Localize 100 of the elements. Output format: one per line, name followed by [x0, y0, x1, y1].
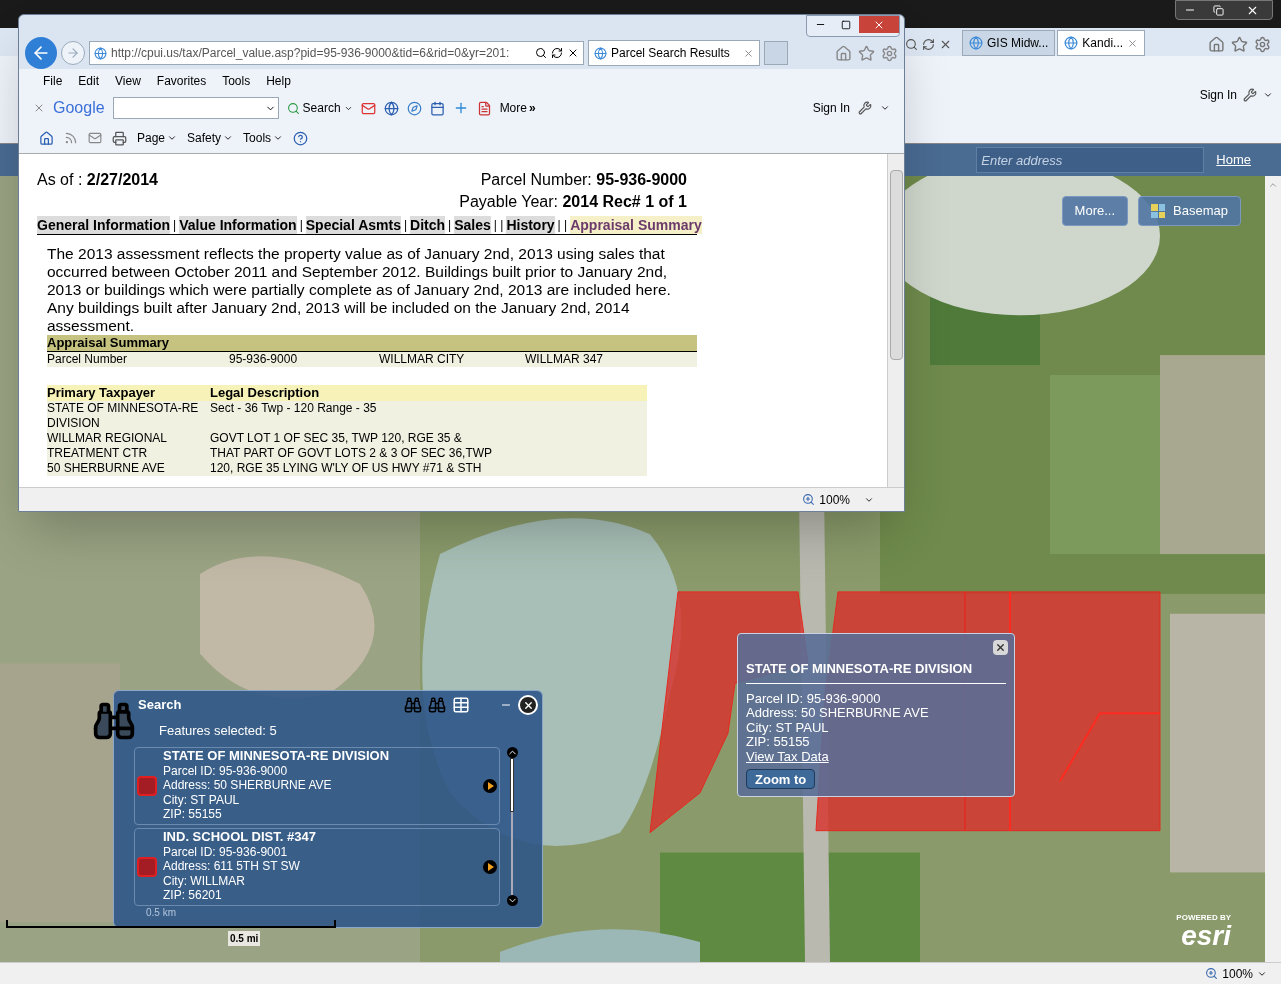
nav-link[interactable]: History: [506, 216, 555, 234]
menu-item[interactable]: Help: [266, 72, 291, 90]
menu-item[interactable]: File: [43, 72, 63, 90]
scroll-down-icon[interactable]: [506, 894, 518, 906]
map-button[interactable]: More...: [1061, 196, 1129, 226]
search-icon: [535, 47, 547, 59]
separator: | |: [557, 217, 568, 234]
browser-logo-icon: [969, 36, 983, 50]
favorites-icon[interactable]: [1231, 35, 1248, 53]
payable-year: Payable Year: 2014 Rec# 1 of 1: [459, 192, 687, 212]
document-icon[interactable]: [476, 100, 492, 116]
caret-icon: [167, 133, 178, 143]
browser-tab[interactable]: GIS Midw...: [962, 30, 1056, 56]
result-card[interactable]: STATE OF MINNESOTA-RE DIVISION Parcel ID: 95-936-9000 Address: 50 SHERBURNE AVE City: ST PAUL ZIP: 55155: [134, 746, 500, 825]
feed-icon[interactable]: [64, 131, 78, 145]
scroll-up-icon[interactable]: [506, 746, 518, 758]
command-menu[interactable]: Safety: [187, 129, 234, 147]
sign-in-link[interactable]: Sign In: [812, 99, 850, 117]
close-tab-icon[interactable]: [743, 47, 754, 59]
globe-icon[interactable]: [383, 100, 399, 116]
binoculars-icon[interactable]: [404, 696, 422, 714]
column-header: Legal Description: [210, 385, 321, 401]
home-icon[interactable]: [835, 44, 852, 62]
zoom-icon[interactable]: [1205, 967, 1219, 980]
settings-icon[interactable]: [881, 44, 898, 62]
result-detail: ZIP: 55155: [163, 807, 223, 822]
wrench-icon[interactable]: [1243, 88, 1257, 102]
close-button[interactable]: [518, 695, 538, 715]
wrench-icon[interactable]: [858, 101, 872, 115]
nav-link[interactable]: Sales: [454, 216, 491, 234]
close-icon: [522, 699, 534, 711]
stop-icon[interactable]: [567, 47, 579, 59]
calendar-icon[interactable]: [429, 100, 445, 116]
favorites-icon[interactable]: [858, 44, 875, 62]
back-button[interactable]: [25, 37, 57, 69]
table-cell: GOVT LOT 1 OF SEC 35, TWP 120, RGE 35 &: [210, 431, 462, 445]
result-title: IND. SCHOOL DIST. #347: [163, 830, 317, 845]
nav-link[interactable]: Appraisal Summary: [570, 216, 702, 234]
scrollbar[interactable]: [887, 154, 904, 487]
result-detail: Address: 611 5TH ST SW: [163, 859, 301, 874]
home-link[interactable]: Home: [1216, 150, 1251, 170]
separator: |: [173, 217, 177, 234]
browser-tab[interactable]: Parcel Search Results: [588, 40, 760, 66]
popup-detail: ZIP: 55155: [746, 735, 811, 750]
home-icon[interactable]: [39, 130, 54, 146]
caret-icon[interactable]: [880, 103, 890, 113]
nav-link[interactable]: Special Asmts: [305, 216, 401, 234]
result-detail: Address: 50 SHERBURNE AVE: [163, 778, 333, 793]
zoom-to-button[interactable]: Zoom to: [746, 769, 816, 789]
home-icon[interactable]: [1208, 35, 1225, 53]
refresh-icon[interactable]: [551, 47, 563, 59]
settings-icon[interactable]: [1254, 35, 1271, 53]
browser-tab[interactable]: Kandi...: [1057, 30, 1146, 56]
nav-link[interactable]: Value Information: [179, 216, 297, 234]
mail-icon[interactable]: [88, 131, 102, 145]
print-icon[interactable]: [112, 130, 127, 146]
address-input[interactable]: Enter address: [976, 147, 1205, 173]
table-icon[interactable]: [452, 696, 470, 714]
close-button[interactable]: [993, 640, 1008, 655]
table-cell: THAT PART OF GOVT LOTS 2 & 3 OF SEC 36,TWP: [210, 446, 493, 460]
close-tab-icon[interactable]: [1127, 37, 1139, 49]
browser-logo-icon: [1064, 36, 1079, 50]
mail-icon[interactable]: [360, 100, 376, 116]
command-menu[interactable]: Tools: [243, 129, 284, 147]
nav-link[interactable]: Ditch: [410, 216, 446, 234]
column-header: Primary Taxpayer: [47, 385, 157, 401]
result-detail: ZIP: 56201: [163, 888, 223, 903]
google-search-field[interactable]: [112, 97, 279, 119]
table-cell: STATE OF MINNESOTA-RE: [47, 401, 199, 415]
menu-item[interactable]: Tools: [222, 72, 251, 90]
compass-icon[interactable]: [406, 100, 422, 116]
view-tax-data-link[interactable]: View Tax Data: [746, 749, 1006, 764]
menu-item[interactable]: Favorites: [156, 72, 207, 90]
address-bar[interactable]: http://cpui.us/tax/Parcel_value.asp?pid=95-936-9000&tid=6&rid=0&yr=201:: [89, 41, 584, 65]
result-title: STATE OF MINNESOTA-RE DIVISION: [163, 749, 391, 764]
caret-icon[interactable]: [1263, 90, 1273, 100]
separator: | |: [493, 217, 504, 234]
menu-item[interactable]: Edit: [78, 72, 100, 90]
google-search-button[interactable]: Search: [286, 99, 353, 117]
binoculars-icon[interactable]: [428, 696, 446, 714]
sign-in-link[interactable]: Sign In: [1199, 86, 1237, 104]
zoom-icon[interactable]: [802, 493, 816, 506]
popup-detail: Parcel ID: 95-936-9000: [746, 691, 882, 706]
browser-logo-icon: [594, 46, 607, 60]
table-cell-text: WILLMAR CITY: [379, 352, 466, 367]
result-card[interactable]: IND. SCHOOL DIST. #347 Parcel ID: 95-936-9001 Address: 611 5TH ST SW City: WILLMAR ZIP: 56201: [134, 827, 500, 906]
table-cell: TREATMENT CTR: [47, 446, 148, 460]
table-cell-text: 95-936-9000: [229, 352, 299, 367]
command-menu[interactable]: Page: [137, 129, 178, 147]
map-button[interactable]: Basemap: [1138, 196, 1241, 226]
scrollbar[interactable]: [506, 746, 518, 906]
table-cell: Sect - 36 Twp - 120 Range - 35: [210, 401, 377, 415]
result-detail: City: WILLMAR: [163, 873, 246, 889]
nav-link[interactable]: General Information: [37, 216, 171, 234]
menu-item[interactable]: View: [115, 72, 141, 90]
google-logo: Google: [53, 98, 105, 118]
help-icon[interactable]: [293, 130, 309, 146]
more-button[interactable]: More »: [499, 99, 536, 117]
result-detail: Parcel ID: 95-936-9001: [163, 844, 289, 860]
close-toolbar-icon[interactable]: [33, 102, 45, 114]
